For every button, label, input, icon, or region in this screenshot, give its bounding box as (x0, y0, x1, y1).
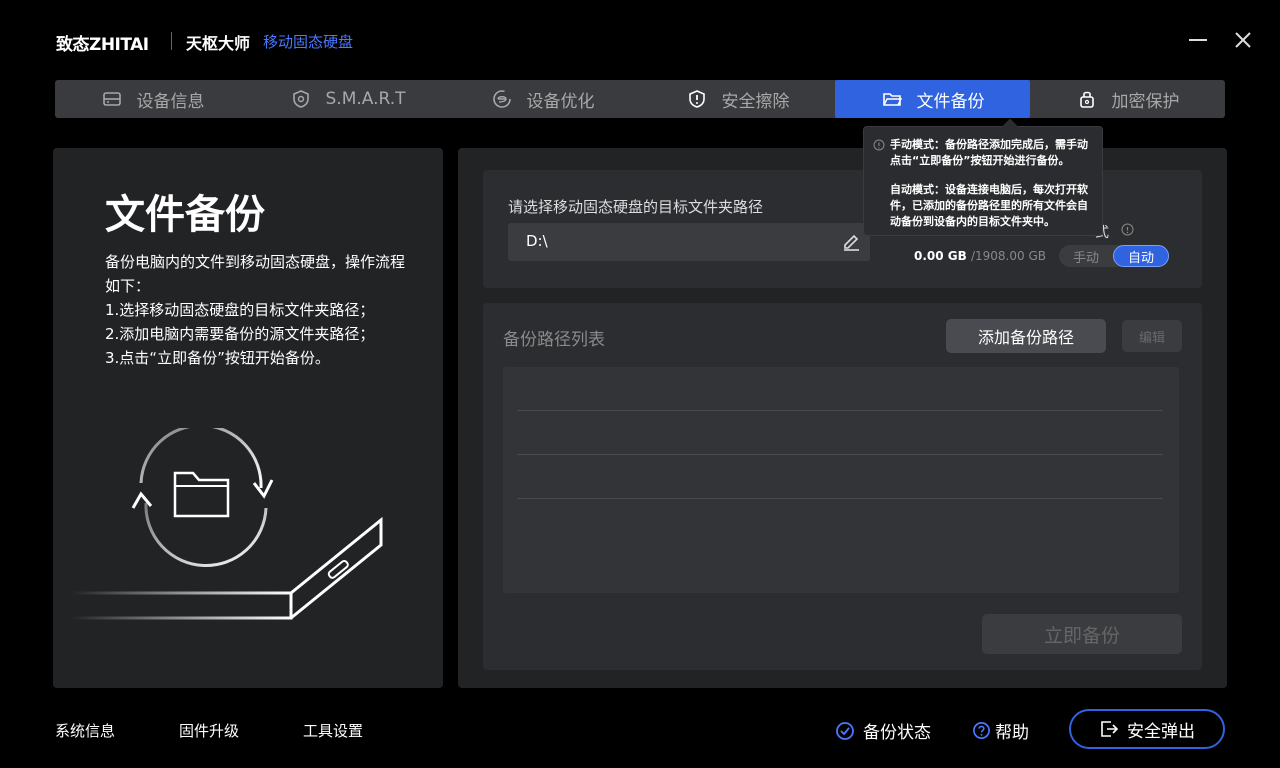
lock-icon (1079, 91, 1094, 108)
list-row-divider (517, 454, 1163, 455)
backup-now-button[interactable]: 立即备份 (982, 614, 1182, 654)
edit-list-button[interactable]: 编辑 (1122, 320, 1182, 352)
instructions: 备份电脑内的文件到移动固态硬盘，操作流程如下： 1.选择移动固态硬盘的目标文件夹… (105, 250, 405, 370)
folder-icon (882, 93, 902, 106)
tab-optimize[interactable]: 设备优化 (445, 80, 640, 118)
help-link[interactable]: 帮助 (972, 718, 1029, 743)
check-circle-icon (836, 721, 854, 740)
add-backup-path-button[interactable]: 添加备份路径 (946, 319, 1106, 353)
system-info-link[interactable]: 系统信息 (55, 720, 115, 741)
app-name: 天枢大师 (186, 34, 251, 53)
close-button[interactable] (1229, 26, 1257, 54)
tab-label: 加密保护 (1111, 91, 1180, 112)
backup-list-title: 备份路径列表 (503, 330, 605, 350)
backup-mode-tooltip: 手动模式：备份路径添加完成后，需手动点击“立即备份”按钮开始进行备份。 自动模式… (863, 126, 1103, 236)
mode-manual-option[interactable]: 手动 (1059, 245, 1113, 267)
tab-encryption[interactable]: 加密保护 (1030, 80, 1225, 118)
instruction-step: 1.选择移动固态硬盘的目标文件夹路径； (105, 301, 375, 319)
tab-device-info[interactable]: 设备信息 (55, 80, 250, 118)
title-bar: 致态ZHITAI 天枢大师 移动固态硬盘 (0, 0, 1280, 80)
list-row-divider (517, 498, 1163, 499)
title-divider (171, 32, 172, 50)
panel-title: 文件备份 (105, 192, 265, 238)
list-row-divider (517, 410, 1163, 411)
tab-label: 安全擦除 (721, 91, 790, 112)
mode-auto-option[interactable]: 自动 (1113, 245, 1169, 267)
tooltip-manual-text: 手动模式：备份路径添加完成后，需手动点击“立即备份”按钮开始进行备份。 (890, 138, 1088, 167)
backup-path-list-card: 备份路径列表 添加备份路径 编辑 立即备份 (483, 303, 1202, 670)
minimize-button[interactable] (1184, 26, 1212, 54)
intro-panel: 文件备份 备份电脑内的文件到移动固态硬盘，操作流程如下： 1.选择移动固态硬盘的… (53, 148, 443, 688)
target-path-input[interactable]: D:\ (508, 223, 870, 261)
instruction-step: 2.添加电脑内需要备份的源文件夹路径； (105, 325, 375, 343)
backup-panel: 请选择移动固态硬盘的目标文件夹路径 D:\ 式 0.00 GB /1908.00… (458, 148, 1227, 688)
brand-logo: 致态ZHITAI (56, 35, 149, 55)
tab-label: 设备优化 (526, 91, 595, 112)
backup-status-label: 备份状态 (863, 723, 931, 743)
shield-icon (292, 90, 309, 108)
info-icon (873, 139, 885, 151)
help-label: 帮助 (995, 723, 1029, 743)
backup-illustration (71, 428, 383, 620)
edit-pencil-icon[interactable] (840, 230, 862, 252)
tab-file-backup[interactable]: 文件备份 (835, 80, 1030, 118)
help-icon (973, 722, 990, 739)
app-subtitle: 移动固态硬盘 (263, 33, 354, 51)
main-tabs: 设备信息 S.M.A.R.T 设备优化 安全擦除 文件备份 加密保护 (55, 80, 1225, 118)
instructions-intro: 备份电脑内的文件到移动固态硬盘，操作流程如下： (105, 253, 406, 295)
target-path-label: 请选择移动固态硬盘的目标文件夹路径 (508, 198, 764, 216)
optimize-icon (492, 90, 511, 108)
eject-label: 安全弹出 (1127, 721, 1195, 742)
firmware-upgrade-link[interactable]: 固件升级 (179, 720, 239, 741)
tooltip-auto-text: 自动模式：设备连接电脑后，每次打开软件，已添加的备份路径里的所有文件会自动备份到… (890, 183, 1088, 228)
drive-icon (102, 92, 121, 106)
backup-mode-toggle[interactable]: 手动 自动 (1059, 245, 1169, 267)
close-icon (1235, 32, 1251, 48)
target-path-value: D:\ (526, 232, 548, 250)
alert-shield-icon (688, 90, 705, 108)
storage-usage: 0.00 GB /1908.00 GB (914, 249, 1046, 263)
storage-used: 0.00 GB (914, 249, 967, 263)
tab-label: 设备信息 (136, 91, 205, 112)
safe-eject-button[interactable]: 安全弹出 (1069, 709, 1225, 749)
backup-path-list (503, 367, 1179, 593)
tool-settings-link[interactable]: 工具设置 (303, 720, 363, 741)
instruction-step: 3.点击“立即备份”按钮开始备份。 (105, 349, 330, 367)
tab-label: S.M.A.R.T (325, 89, 406, 109)
eject-icon (1101, 721, 1119, 737)
storage-total: /1908.00 GB (970, 249, 1046, 263)
info-icon[interactable] (1121, 223, 1134, 236)
backup-status-link[interactable]: 备份状态 (835, 718, 931, 743)
tab-secure-erase[interactable]: 安全擦除 (640, 80, 835, 118)
tab-smart[interactable]: S.M.A.R.T (250, 80, 445, 118)
tab-label: 文件备份 (916, 91, 985, 112)
